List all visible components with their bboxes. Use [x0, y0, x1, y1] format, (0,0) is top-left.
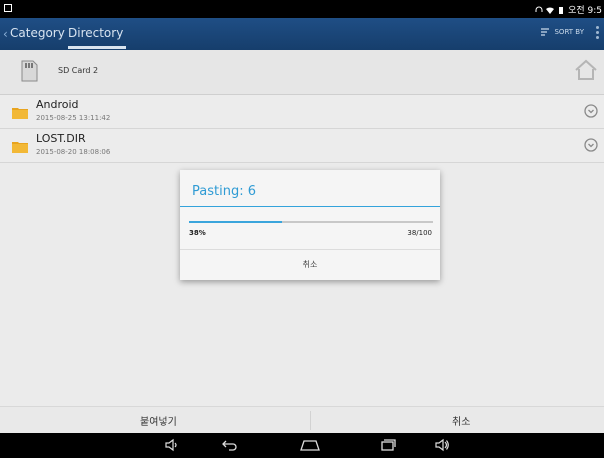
file-date: 2015-08-25 13:11:42: [36, 114, 111, 122]
list-item[interactable]: Android 2015-08-25 13:11:42: [0, 95, 604, 129]
up-chevron-icon[interactable]: ‹: [3, 27, 8, 41]
progress-percent: 38%: [189, 229, 206, 237]
row-menu-icon[interactable]: [584, 104, 598, 118]
dialog-cancel-button[interactable]: 취소: [180, 250, 440, 280]
sort-icon: [541, 28, 550, 36]
paste-button[interactable]: 붙여넣기: [140, 413, 177, 428]
progress-bar: [189, 221, 433, 223]
active-tab-indicator: [68, 46, 126, 49]
volume-down-icon[interactable]: [164, 438, 180, 452]
folder-icon: [12, 142, 28, 153]
file-name: LOST.DIR: [36, 132, 86, 145]
sort-label: SORT BY: [554, 28, 584, 36]
battery-icon: [559, 6, 564, 14]
sort-button[interactable]: SORT BY: [540, 27, 584, 37]
file-name: Android: [36, 98, 79, 111]
status-bar: 오전 9:5: [0, 0, 604, 18]
notification-icon: [4, 4, 12, 12]
dialog-title: Pasting: 6: [192, 184, 256, 199]
tab-directory[interactable]: Directory: [68, 26, 123, 40]
progress-count: 38/100: [407, 229, 432, 237]
headset-icon: [535, 6, 543, 12]
sd-card-icon[interactable]: [16, 58, 42, 84]
row-menu-icon[interactable]: [584, 138, 598, 152]
dialog-title-divider: [180, 206, 440, 207]
status-time: 오전 9:5: [568, 6, 602, 16]
path-bar: SD Card 2: [0, 50, 604, 95]
recents-icon[interactable]: [380, 438, 396, 452]
status-icons: 오전 9:5: [535, 3, 602, 16]
bottom-action-bar: 붙여넣기 취소: [0, 406, 604, 434]
home-nav-icon[interactable]: [300, 438, 320, 452]
action-bar: ‹ Category Directory SORT BY: [0, 18, 604, 50]
progress-fill: [189, 221, 282, 223]
overflow-menu-icon[interactable]: [596, 26, 599, 40]
home-icon[interactable]: [574, 59, 598, 81]
back-icon[interactable]: [222, 438, 238, 452]
wifi-icon: [546, 6, 555, 14]
folder-icon: [12, 108, 28, 119]
cancel-button[interactable]: 취소: [452, 413, 470, 428]
current-location[interactable]: SD Card 2: [58, 66, 98, 75]
navigation-bar: [0, 433, 604, 458]
volume-up-icon[interactable]: [434, 438, 450, 452]
pasting-progress-dialog: Pasting: 6 38% 38/100 취소: [180, 170, 440, 280]
bottom-action-divider: [310, 411, 311, 430]
tab-category[interactable]: Category: [10, 26, 65, 40]
file-list: Android 2015-08-25 13:11:42 LOST.DIR 201…: [0, 95, 604, 163]
list-item[interactable]: LOST.DIR 2015-08-20 18:08:06: [0, 129, 604, 163]
file-date: 2015-08-20 18:08:06: [36, 148, 111, 156]
